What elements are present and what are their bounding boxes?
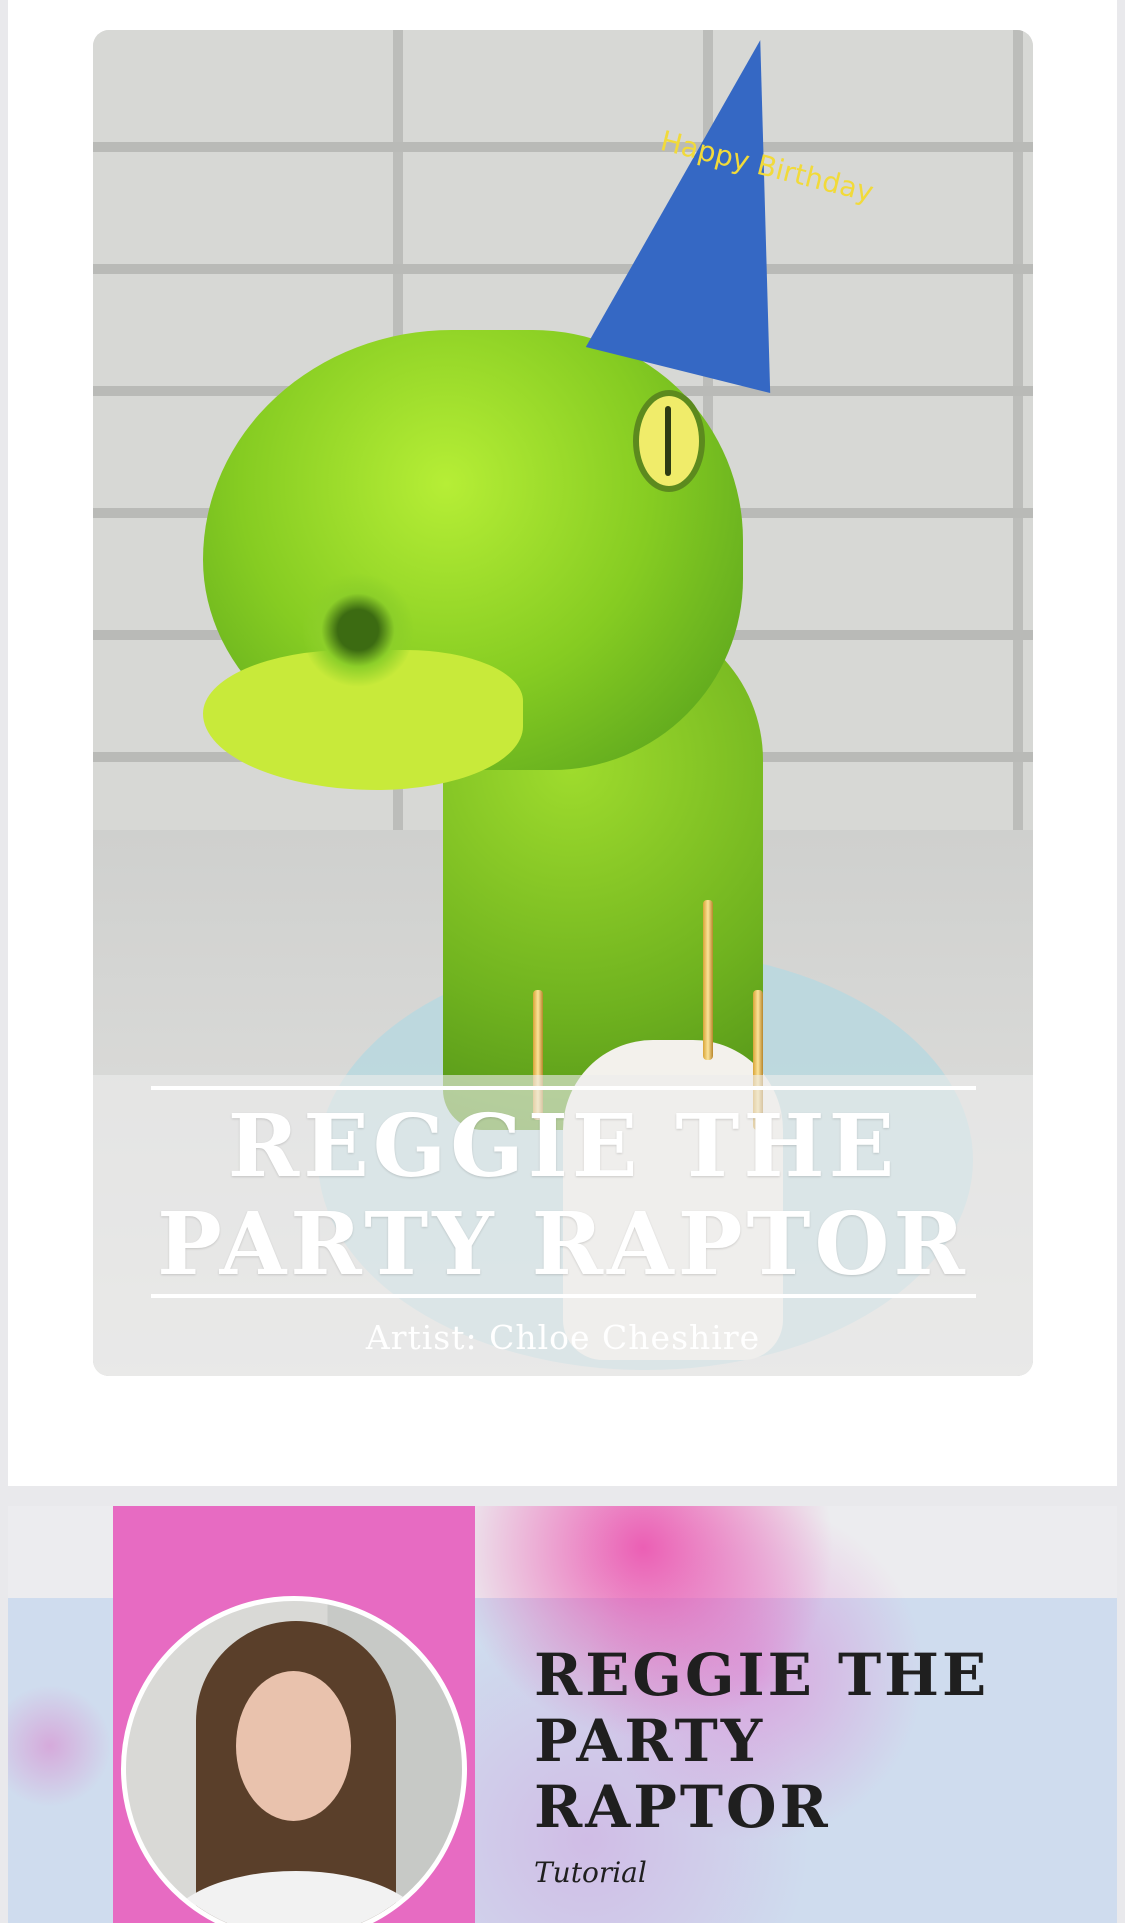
cake-photo[interactable]: Happy Birthday REGGIE THE PARTY RAPTOR A… — [93, 30, 1033, 1376]
hero-title-line-2: PARTY RAPTOR — [157, 1194, 969, 1295]
banner-title: REGGIE THE PARTY RAPTOR — [534, 1642, 989, 1840]
candle — [703, 900, 713, 1060]
banner-subtitle: Tutorial — [534, 1856, 647, 1889]
title-rule-bottom — [151, 1294, 976, 1298]
artist-avatar — [121, 1596, 467, 1923]
ink-splash-left — [8, 1686, 113, 1806]
banner-title-line-1: REGGIE THE — [534, 1641, 990, 1709]
title-rule-top — [151, 1086, 976, 1090]
post-card: Happy Birthday REGGIE THE PARTY RAPTOR A… — [8, 0, 1117, 1486]
raptor-nostril — [303, 570, 413, 690]
banner-title-line-3: RAPTOR — [534, 1773, 831, 1841]
banner-title-line-2: PARTY — [534, 1707, 766, 1775]
avatar-face — [236, 1671, 351, 1821]
artist-credit: Artist: Chloe Cheshire — [365, 1318, 761, 1357]
hero-title-line-1: REGGIE THE — [227, 1096, 899, 1197]
hero-title: REGGIE THE PARTY RAPTOR — [93, 1098, 1033, 1294]
tutorial-banner[interactable]: REGGIE THE PARTY RAPTOR Tutorial — [8, 1506, 1117, 1923]
raptor-eye — [633, 390, 705, 492]
